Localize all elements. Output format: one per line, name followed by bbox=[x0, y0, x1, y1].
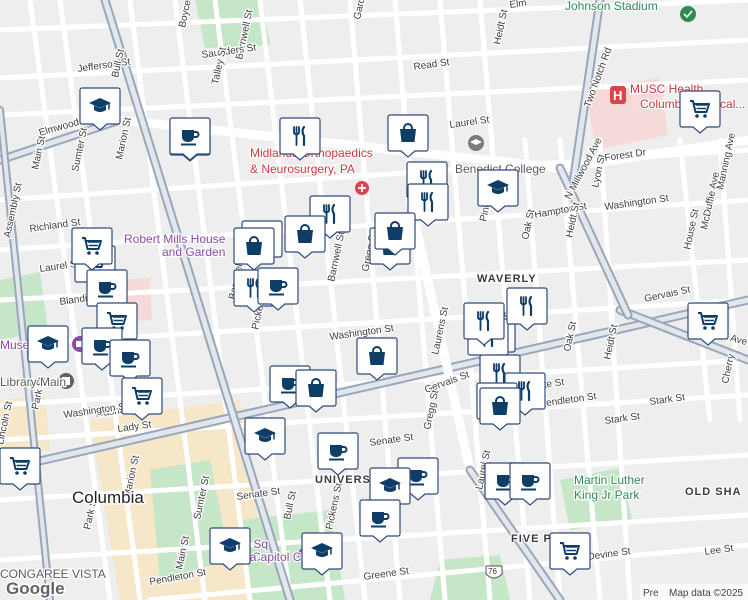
poi-marker[interactable] bbox=[71, 227, 113, 271]
medical-icon bbox=[355, 181, 369, 195]
poi-marker[interactable] bbox=[209, 527, 251, 571]
poi-marker[interactable] bbox=[374, 212, 416, 256]
poi-marker[interactable] bbox=[109, 339, 151, 383]
poi-marker[interactable] bbox=[356, 337, 398, 381]
poi-marker[interactable] bbox=[27, 325, 69, 369]
poi-marker[interactable] bbox=[387, 114, 429, 158]
place-label: Robert Mills House bbox=[124, 232, 226, 246]
place-label: Martin Luther bbox=[574, 473, 645, 487]
poi-marker[interactable] bbox=[284, 215, 326, 259]
highway-shield-label: 76 bbox=[488, 567, 497, 576]
hospital-icon: H bbox=[610, 86, 626, 104]
place-label: King Jr Park bbox=[574, 488, 640, 502]
marker-pin-shape bbox=[506, 287, 548, 331]
poi-marker[interactable] bbox=[506, 287, 548, 331]
poi-marker[interactable] bbox=[687, 302, 729, 346]
poi-marker[interactable] bbox=[317, 432, 359, 476]
poi-marker[interactable] bbox=[233, 227, 275, 271]
poi-marker[interactable] bbox=[0, 447, 41, 491]
map-attribution[interactable]: Map data ©2025 bbox=[669, 588, 744, 599]
poi-marker[interactable] bbox=[477, 169, 519, 213]
attribution-prefix: Pre bbox=[643, 588, 659, 599]
poi-marker[interactable] bbox=[79, 87, 121, 131]
poi-marker[interactable] bbox=[121, 377, 163, 421]
poi-marker[interactable] bbox=[257, 267, 299, 311]
svg-text:H: H bbox=[613, 88, 622, 103]
marker-pin-shape bbox=[463, 302, 505, 346]
poi-marker[interactable] bbox=[169, 117, 211, 161]
place-label: Library Main bbox=[0, 375, 66, 389]
stadium-icon bbox=[680, 6, 696, 22]
marker-pin-shape bbox=[279, 117, 321, 161]
place-label: Johnson Stadium bbox=[565, 0, 658, 13]
poi-marker[interactable] bbox=[295, 369, 337, 413]
poi-marker[interactable] bbox=[679, 90, 721, 134]
district-label: OLD SHA bbox=[685, 486, 742, 498]
highway-shield-icon: 76 bbox=[485, 565, 503, 579]
google-logo: Google bbox=[6, 579, 65, 598]
map-canvas[interactable]: H 76 Boyce StBarnwell StSaunders StTalle… bbox=[0, 0, 748, 600]
poi-marker[interactable] bbox=[359, 499, 401, 543]
poi-marker[interactable] bbox=[549, 532, 591, 576]
poi-marker[interactable] bbox=[509, 462, 551, 506]
poi-marker[interactable] bbox=[301, 532, 343, 576]
place-label: and Garden bbox=[162, 245, 225, 259]
poi-marker[interactable] bbox=[244, 417, 286, 461]
place-label: & Neurosurgery, PA bbox=[250, 162, 355, 176]
city-label: Columbia bbox=[72, 488, 144, 507]
poi-marker[interactable] bbox=[463, 302, 505, 346]
place-label: Capitol Ctr bbox=[252, 550, 309, 564]
district-label: WAVERLY bbox=[477, 273, 537, 285]
poi-marker[interactable] bbox=[479, 387, 521, 431]
college-icon bbox=[468, 135, 484, 151]
poi-marker[interactable] bbox=[279, 117, 321, 161]
